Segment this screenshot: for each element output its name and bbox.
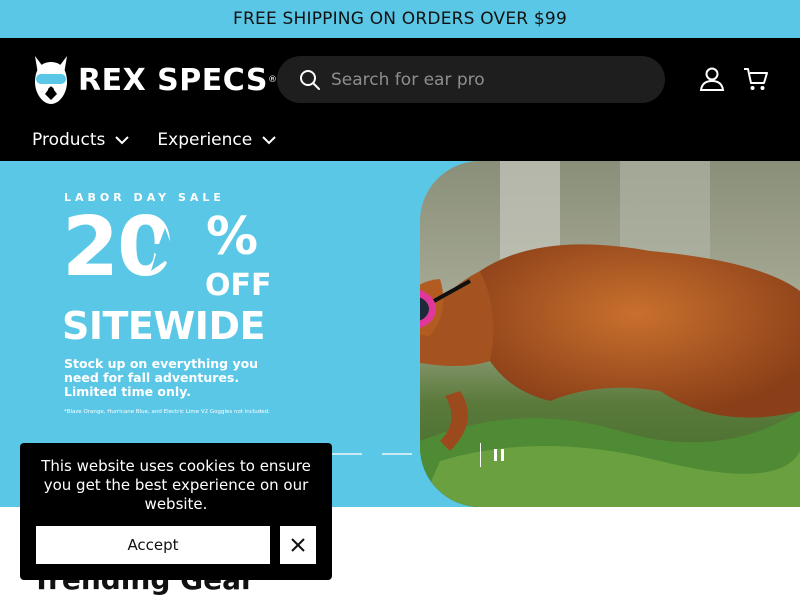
logo-text: REX SPECS <box>78 62 268 98</box>
announcement-bar: FREE SHIPPING ON ORDERS OVER $99 <box>0 0 800 38</box>
main-nav: Products Experience <box>32 130 276 150</box>
hero-headline: SITEWIDE <box>62 304 265 348</box>
chevron-down-icon <box>262 135 276 144</box>
slider-pause[interactable] <box>480 443 505 467</box>
cookie-message: This website uses cookies to ensure you … <box>41 457 311 513</box>
cart-icon[interactable] <box>743 66 769 92</box>
star-icon <box>142 228 188 271</box>
hero-percent: % <box>206 207 259 267</box>
nav-item-label: Experience <box>157 130 253 150</box>
search-bar[interactable] <box>277 56 665 103</box>
close-icon <box>291 538 305 552</box>
site-header: REX SPECS ® Products Experience <box>0 38 800 161</box>
search-input[interactable] <box>331 69 631 90</box>
nav-item-experience[interactable]: Experience <box>157 130 276 150</box>
divider <box>480 443 481 467</box>
logo[interactable]: REX SPECS ® <box>32 54 277 106</box>
pause-icon[interactable] <box>493 448 505 462</box>
slider-dots <box>320 453 412 455</box>
cookie-banner: This website uses cookies to ensure you … <box>20 443 332 580</box>
user-icon[interactable] <box>699 66 725 92</box>
slide-dot[interactable] <box>382 453 412 455</box>
hero-body: Stock up on everything you need for fall… <box>64 356 259 399</box>
announcement-text: FREE SHIPPING ON ORDERS OVER $99 <box>233 9 567 29</box>
search-icon[interactable] <box>299 69 321 91</box>
hero-fine-print: *Blaze Orange, Hurricane Blue, and Elect… <box>64 409 270 415</box>
close-cookie-button[interactable] <box>280 526 316 564</box>
hero-off: OFF <box>205 268 272 303</box>
nav-item-products[interactable]: Products <box>32 130 130 150</box>
chevron-down-icon <box>115 135 130 144</box>
accept-cookies-button[interactable]: Accept <box>36 526 270 564</box>
husky-logo-icon <box>35 56 67 104</box>
hero-dog-photo <box>420 161 800 507</box>
nav-item-label: Products <box>32 130 106 150</box>
logo-registered-mark: ® <box>267 75 277 85</box>
